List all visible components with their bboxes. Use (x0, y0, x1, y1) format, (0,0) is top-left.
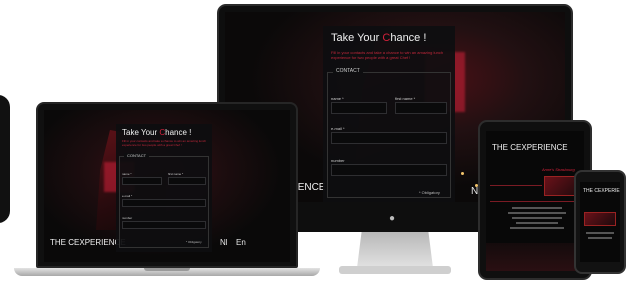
brand-logo: THE CEXPERIENCE (492, 143, 568, 152)
iphone-screen: THE CEXPERIENCE (580, 182, 620, 262)
name-input[interactable] (122, 177, 162, 185)
text-line (512, 217, 562, 219)
divider-line (490, 201, 580, 202)
ipad-subtitle: Anne's Strasbourg (542, 167, 575, 172)
fieldset-legend: CONTACT (124, 153, 150, 158)
number-input[interactable] (122, 221, 206, 229)
email-label: e-mail * (331, 126, 345, 131)
macbook-screen: THE CEXPERIENCE Take Your Chance ! Fill … (44, 110, 290, 262)
email-label: e-mail * (122, 194, 133, 198)
number-label: number (122, 216, 133, 220)
name-input[interactable] (331, 102, 387, 114)
form-title: Take Your Chance ! (331, 32, 427, 44)
macbook-notch (144, 268, 190, 271)
light-dot (461, 172, 464, 175)
form-intro: Fill in your contacts and take a chance … (331, 50, 444, 60)
form-intro: Fill in your contacts and take a chance … (122, 139, 207, 147)
text-line (588, 237, 612, 239)
brand-logo: THE CEXPERIENCE (583, 188, 620, 194)
first-name-label: first name * (168, 172, 184, 176)
obligatory-note: * Obligatory (419, 190, 440, 195)
text-line (508, 212, 566, 214)
lang-en[interactable]: En (236, 238, 246, 247)
email-input[interactable] (331, 132, 447, 144)
macbook-device: THE CEXPERIENCE Take Your Chance ! Fill … (14, 102, 320, 280)
ipad-screen: THE CEXPERIENCE Anne's Strasbourg (486, 131, 584, 271)
contact-panel: Take Your Chance ! Fill in your contacts… (323, 26, 455, 202)
name-label: name * (331, 96, 344, 101)
brand-logo: THE CEXPERIENCE (50, 238, 126, 247)
divider-line (490, 185, 542, 186)
text-line (516, 222, 558, 224)
number-label: number (331, 158, 345, 163)
first-name-label: first name * (395, 96, 416, 101)
partial-device-left (0, 95, 10, 223)
first-name-input[interactable] (168, 177, 206, 185)
iphone-device: THE CEXPERIENCE (574, 170, 626, 274)
imac-stand (357, 232, 433, 268)
ipad-bottom-image (486, 243, 584, 271)
text-line (586, 232, 614, 234)
lang-nl[interactable]: Nl (220, 238, 228, 247)
name-label: name * (122, 172, 132, 176)
contact-panel: Take Your Chance ! Fill in your contacts… (116, 124, 212, 252)
email-input[interactable] (122, 199, 206, 207)
fieldset-legend: CONTACT (333, 68, 363, 74)
first-name-input[interactable] (395, 102, 447, 114)
responsive-devices-mockup: THE CEXPERIENCE Take Your Chance ! Fill … (0, 0, 626, 282)
obligatory-note: * Obligatory (186, 240, 202, 244)
imac-base (339, 266, 451, 274)
number-input[interactable] (331, 164, 447, 176)
text-line (512, 207, 562, 209)
iphone-photo (584, 212, 616, 226)
text-line (510, 227, 564, 229)
form-title: Take Your Chance ! (122, 128, 192, 137)
apple-logo-icon: ● (389, 213, 396, 224)
